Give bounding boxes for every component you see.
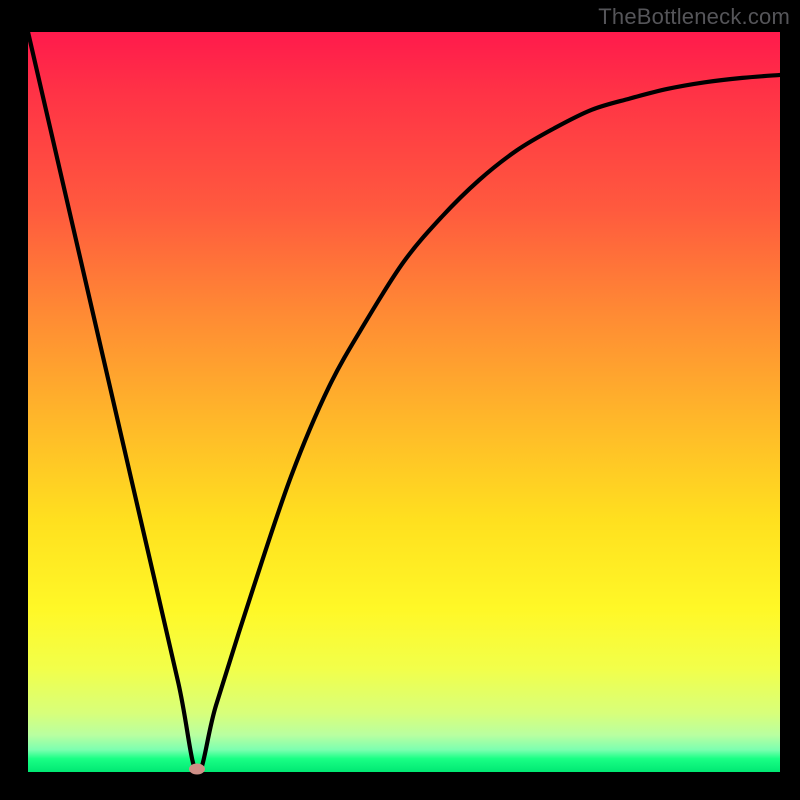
minimum-marker bbox=[189, 764, 205, 775]
bottleneck-curve-path bbox=[28, 32, 780, 772]
curve-svg bbox=[28, 32, 780, 772]
watermark-text: TheBottleneck.com bbox=[598, 4, 790, 30]
plot-area bbox=[28, 32, 780, 772]
chart-frame: TheBottleneck.com bbox=[0, 0, 800, 800]
